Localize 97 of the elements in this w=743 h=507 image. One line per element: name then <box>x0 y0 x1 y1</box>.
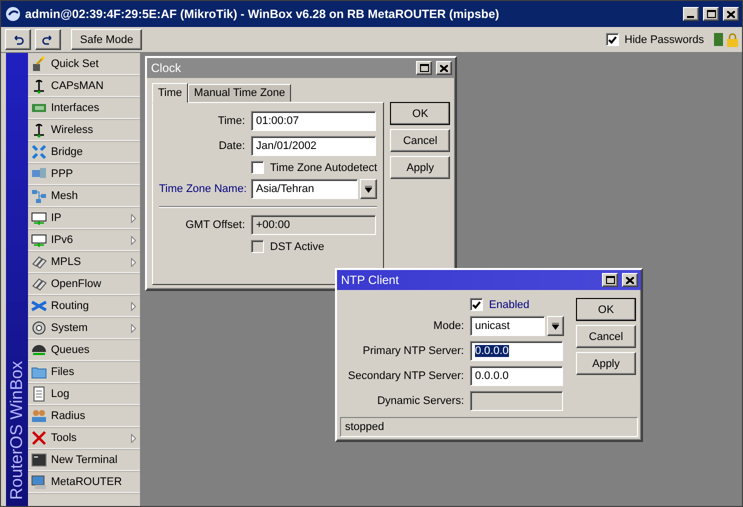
minimize-button[interactable] <box>683 7 699 21</box>
maximize-icon <box>606 276 614 284</box>
dialog-button[interactable]: Apply <box>576 352 636 375</box>
checkbox-label: Enabled <box>489 298 530 310</box>
cross-arrows-icon <box>31 298 47 314</box>
field-label: Primary NTP Server: <box>362 345 464 357</box>
tab[interactable]: Manual Time Zone <box>188 84 292 102</box>
redo-button[interactable] <box>35 29 61 50</box>
menu-item[interactable]: Tools <box>28 428 140 449</box>
field-label: Time Zone Name: <box>159 183 245 195</box>
menu-item[interactable]: PPP <box>28 164 140 185</box>
field-label: Date: <box>218 140 245 152</box>
lock-icon <box>727 32 738 46</box>
menu-item[interactable]: Interfaces <box>28 98 140 119</box>
antenna-icon <box>31 78 47 94</box>
maximize-icon <box>706 10 716 18</box>
wand-icon <box>31 56 47 72</box>
close-icon <box>626 276 634 284</box>
window-title: admin@02:39:4F:29:5E:AF (MikroTik) - WinBox v6.28 on RB MetaROUTER (mipsbe) <box>25 7 500 21</box>
undo-icon <box>12 34 24 44</box>
menu-item[interactable]: Quick Set <box>28 54 140 75</box>
menu-item[interactable]: Mesh <box>28 186 140 207</box>
redo-icon <box>42 34 54 44</box>
input-field[interactable]: 0.0.0.0 <box>470 366 563 386</box>
undo-button[interactable] <box>5 29 31 50</box>
close-icon <box>727 10 735 18</box>
menu-item[interactable]: OpenFlow <box>28 274 140 295</box>
checkmark-icon <box>608 36 617 44</box>
menu-item[interactable]: Wireless <box>28 120 140 141</box>
dropdown-field[interactable]: Asia/Tehran <box>251 179 358 199</box>
checkbox-label: Hide Passwords <box>624 34 704 46</box>
gear-icon <box>31 320 47 336</box>
dropdown-arrow-icon <box>365 186 372 192</box>
menu-item[interactable]: System <box>28 318 140 339</box>
dialog-button[interactable]: Cancel <box>390 129 450 152</box>
field-label: Secondary NTP Server: <box>347 370 464 382</box>
menu-item[interactable]: IP <box>28 208 140 229</box>
computer-icon <box>31 474 47 490</box>
brand-text: RouterOS WinBox <box>7 361 27 500</box>
menu-item[interactable]: IPv6 <box>28 230 140 251</box>
field-label: Mode: <box>432 320 464 332</box>
readonly-field: +00:00 <box>251 215 376 235</box>
dropdown-button[interactable] <box>360 179 377 199</box>
dialog-button[interactable]: Cancel <box>576 325 636 348</box>
checkbox-label: Time Zone Autodetect <box>270 162 378 174</box>
close-icon <box>440 64 448 72</box>
menu-item[interactable]: Files <box>28 362 140 383</box>
close-button[interactable] <box>622 273 638 287</box>
dialog-title: NTP Client <box>341 273 400 287</box>
dialog-title: Clock <box>151 61 182 75</box>
checkbox[interactable] <box>606 33 619 46</box>
dialog-button[interactable]: OK <box>576 298 636 321</box>
nodes-icon <box>31 188 47 204</box>
menu-item[interactable]: MPLS <box>28 252 140 273</box>
dialog-button[interactable]: Apply <box>390 156 450 179</box>
dropdown-arrow-icon <box>552 322 559 330</box>
checkbox-label: DST Active <box>270 240 324 252</box>
menu-item[interactable]: Queues <box>28 340 140 361</box>
menu-item[interactable]: Routing <box>28 296 140 317</box>
maximize-button[interactable] <box>416 61 432 75</box>
document-icon <box>31 386 47 402</box>
menu-item[interactable]: MetaROUTER <box>28 472 140 493</box>
safe-mode-button[interactable]: Safe Mode <box>71 29 142 50</box>
maximize-button[interactable] <box>703 7 719 21</box>
checkmark-icon <box>472 300 481 308</box>
menu-item[interactable]: CAPsMAN <box>28 76 140 97</box>
dropdown-field[interactable]: unicast <box>470 316 545 336</box>
input-field[interactable]: Jan/01/2002 <box>251 136 376 156</box>
terminal-icon <box>31 452 47 468</box>
maximize-icon <box>420 64 428 72</box>
tags-icon <box>31 276 47 292</box>
tab[interactable]: Time <box>152 83 188 103</box>
tags-icon <box>31 254 47 270</box>
arrows-icon <box>31 144 47 160</box>
status-indicator-icon <box>714 33 723 46</box>
dropdown-button[interactable] <box>547 316 564 336</box>
status-bar: stopped <box>340 417 638 437</box>
field-label: Time: <box>216 115 245 127</box>
menu-item[interactable]: Radius <box>28 406 140 427</box>
close-button[interactable] <box>436 61 452 75</box>
checkbox[interactable] <box>251 161 264 174</box>
checkbox[interactable] <box>470 298 483 311</box>
menu-item[interactable]: New Terminal <box>28 450 140 471</box>
monitor-icon <box>31 210 47 226</box>
dialog-button[interactable]: OK <box>390 102 450 125</box>
app-logo-icon <box>5 6 21 22</box>
close-button[interactable] <box>723 7 739 21</box>
maximize-button[interactable] <box>602 273 618 287</box>
antenna-icon <box>31 122 47 138</box>
input-field[interactable]: 01:00:07 <box>251 111 376 131</box>
monitor-icon <box>31 232 47 248</box>
menu-item[interactable]: Log <box>28 384 140 405</box>
people-icon <box>31 408 47 424</box>
input-field[interactable]: 0.0.0.0 <box>470 341 563 361</box>
field-label: GMT Offset: <box>184 219 245 231</box>
menu-item[interactable]: Bridge <box>28 142 140 163</box>
field-label: Dynamic Servers: <box>376 395 464 407</box>
